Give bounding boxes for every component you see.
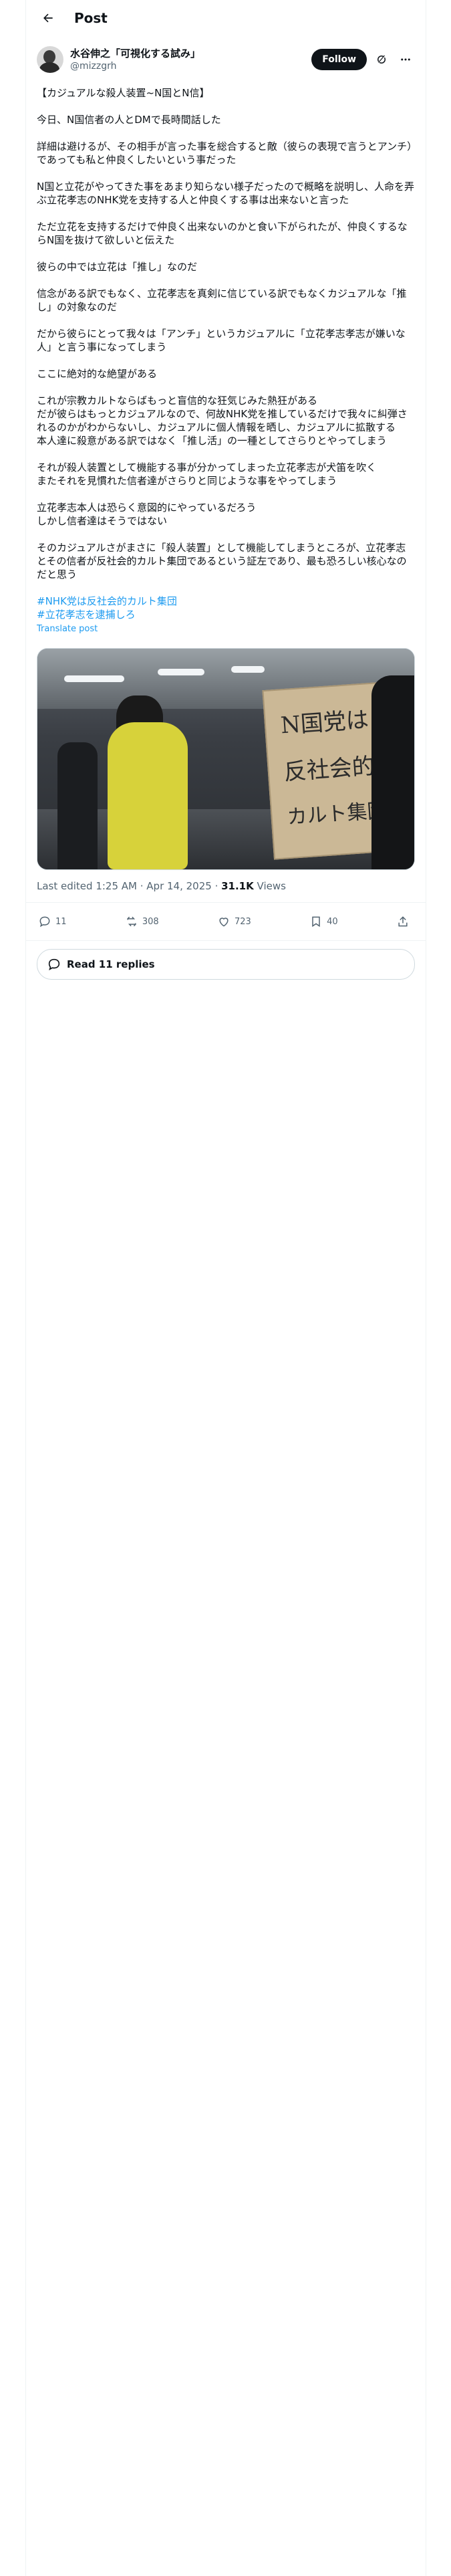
- reply-icon: [39, 916, 50, 928]
- more-icon: [401, 58, 410, 61]
- hashtag-link[interactable]: #立花孝志を逮捕しろ: [37, 608, 415, 621]
- bookmark-count: 40: [327, 916, 338, 927]
- post-header: 水谷伸之「可視化する試み」 @mizzgrh Follow: [26, 35, 426, 76]
- post-text: 【カジュアルな殺人装置~N国とN信】 今日、N国信者の人とDMで長時間話した 詳…: [37, 87, 415, 580]
- follow-button[interactable]: Follow: [311, 49, 367, 70]
- bookmark-icon: [312, 916, 320, 928]
- author-handle[interactable]: @mizzgrh: [70, 60, 200, 72]
- read-replies-label: Read 11 replies: [67, 958, 155, 970]
- edited-timestamp[interactable]: Last edited 1:25 AM · Apr 14, 2025 ·: [37, 880, 221, 892]
- author-display-name[interactable]: 水谷伸之「可視化する試み」: [70, 47, 200, 60]
- post-meta: Last edited 1:25 AM · Apr 14, 2025 · 31.…: [26, 870, 426, 903]
- hashtags: #NHK党は反社会的カルト集団 #立花孝志を逮捕しろ: [26, 595, 426, 621]
- back-button[interactable]: [37, 7, 59, 29]
- views-count: 31.1K: [221, 880, 254, 892]
- reply-count: 11: [55, 916, 67, 927]
- reply-button[interactable]: 11: [38, 915, 67, 928]
- top-bar: Post: [26, 0, 426, 35]
- translate-post-link[interactable]: Translate post: [26, 621, 426, 635]
- share-icon: [398, 916, 408, 927]
- read-replies-button[interactable]: Read 11 replies: [37, 949, 415, 980]
- more-button[interactable]: [396, 50, 415, 69]
- bookmark-button[interactable]: 40: [309, 915, 338, 928]
- views-label: Views: [253, 880, 286, 892]
- heart-icon: [219, 918, 229, 927]
- arrow-left-icon: [43, 13, 53, 22]
- repost-icon: [127, 916, 136, 927]
- main-column: Post 水谷伸之「可視化する試み」 @mizzgrh Follow 【カジュア…: [25, 0, 426, 2576]
- share-button[interactable]: [396, 915, 414, 928]
- page-title: Post: [74, 9, 108, 26]
- author-names: 水谷伸之「可視化する試み」 @mizzgrh: [70, 47, 200, 72]
- chat-bubble-icon: [48, 958, 60, 971]
- grok-icon: [377, 55, 386, 64]
- like-count: 723: [235, 916, 251, 927]
- grok-button[interactable]: [372, 50, 391, 69]
- repost-button[interactable]: 308: [125, 915, 159, 928]
- like-button[interactable]: 723: [217, 915, 251, 928]
- avatar[interactable]: [37, 46, 63, 73]
- action-bar: 11 308 723 40: [26, 903, 426, 941]
- repost-count: 308: [142, 916, 159, 927]
- hashtag-link[interactable]: #NHK党は反社会的カルト集団: [37, 595, 415, 608]
- post-image[interactable]: N国党は 反社会的 カルト集団: [37, 648, 415, 870]
